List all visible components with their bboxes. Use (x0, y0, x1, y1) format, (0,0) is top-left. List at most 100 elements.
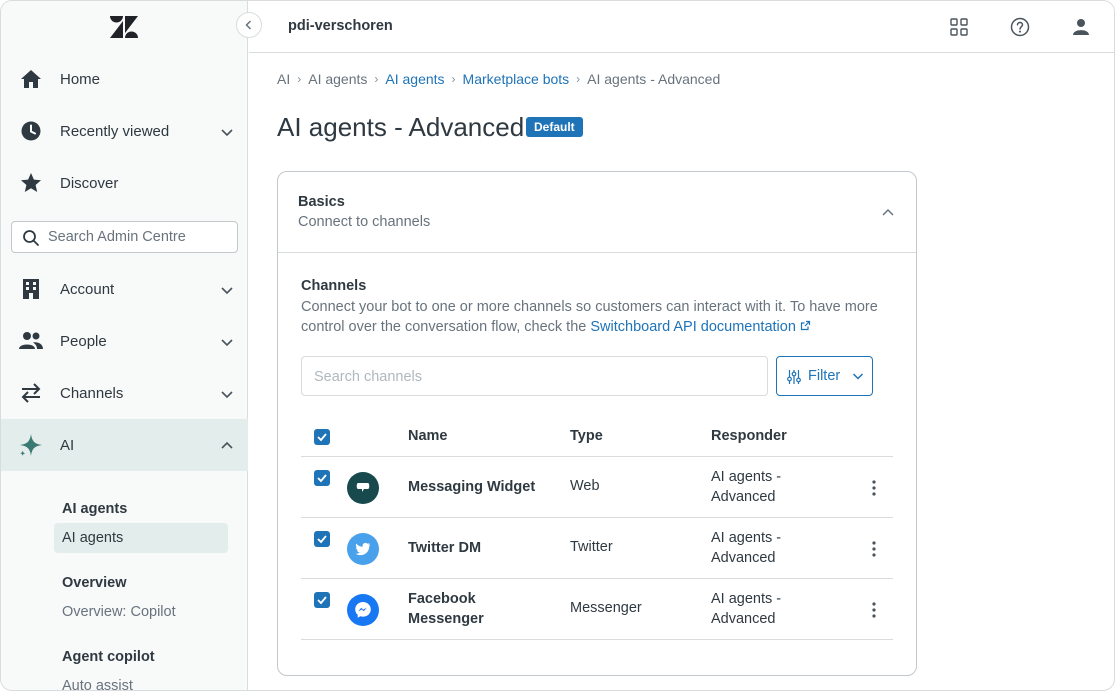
page-title: AI agents - Advanced (277, 112, 525, 142)
breadcrumb-ai-agents-link[interactable]: AI agents (385, 71, 444, 87)
filter-label: Filter (808, 368, 841, 384)
building-icon (19, 277, 43, 301)
channel-name: Facebook Messenger (408, 591, 484, 627)
filter-sliders-icon (787, 370, 801, 384)
sidebar-subitem-overview-copilot[interactable]: Overview: Copilot (62, 604, 176, 620)
chevron-right-icon: › (374, 72, 379, 86)
ai-agents-heading: AI agents (62, 501, 128, 517)
row-options-kebab-icon[interactable] (864, 478, 884, 498)
twitter-icon (347, 533, 379, 565)
admin-search (11, 221, 238, 253)
switchboard-api-link[interactable]: Switchboard API documentation (590, 319, 811, 335)
help-icon[interactable] (1008, 15, 1032, 39)
check-icon (317, 433, 327, 442)
top-bar: pdi-verschoren (249, 1, 1114, 53)
sidebar-subitem-auto-assist[interactable]: Auto assist (62, 678, 133, 690)
sidebar-item-label: Channels (60, 384, 124, 402)
row-checkbox[interactable] (314, 592, 330, 608)
check-icon (317, 535, 327, 544)
arrows-icon (19, 381, 43, 405)
channel-responder: AI agents - Advanced (711, 530, 782, 566)
select-all-checkbox[interactable] (314, 429, 330, 445)
row-checkbox[interactable] (314, 531, 330, 547)
sidebar-item-label: People (60, 332, 107, 350)
sidebar-item-discover[interactable]: Discover (1, 157, 248, 209)
row-checkbox[interactable] (314, 470, 330, 486)
default-badge: Default (526, 117, 583, 137)
chevron-down-icon (221, 339, 233, 347)
channel-name: Twitter DM (408, 540, 482, 556)
sidebar-item-home[interactable]: Home (1, 53, 248, 105)
sidebar-item-label: Home (60, 70, 101, 88)
sidebar-item-label: Discover (60, 174, 119, 192)
star-icon (19, 171, 43, 195)
sidebar-subitem-ai-agents[interactable]: AI agents (54, 523, 228, 553)
sidebar-item-label: AI (60, 436, 75, 454)
check-icon (317, 474, 327, 483)
breadcrumb: AI › AI agents › AI agents › Marketplace… (277, 71, 720, 87)
chevron-up-icon (221, 441, 233, 449)
table-header: Name Type Responder (301, 417, 893, 457)
search-channels-input[interactable] (314, 367, 754, 387)
breadcrumb-ai-agents: AI agents (308, 71, 368, 87)
sidebar: Home Recently viewed Discover Account (1, 1, 248, 690)
channels-search (301, 356, 768, 396)
app-window: Home Recently viewed Discover Account (0, 0, 1115, 691)
column-header-type[interactable]: Type (570, 428, 603, 444)
sidebar-item-recently-viewed[interactable]: Recently viewed (1, 105, 248, 157)
sidebar-item-people[interactable]: People (1, 315, 248, 367)
chevron-down-icon (221, 287, 233, 295)
chevron-left-icon (245, 20, 252, 30)
column-header-responder[interactable]: Responder (711, 428, 787, 444)
chevron-down-icon (221, 391, 233, 399)
search-input[interactable] (48, 227, 233, 247)
basics-accordion-header[interactable]: Basics Connect to channels (278, 172, 916, 253)
link-text: Switchboard API documentation (590, 319, 796, 335)
sidebar-item-label: Account (60, 280, 115, 298)
overview-heading: Overview (62, 575, 127, 591)
chevron-right-icon: › (451, 72, 456, 86)
sidebar-subitem-label: AI agents (62, 530, 124, 546)
zendesk-logo[interactable] (110, 14, 138, 40)
chevron-down-icon (221, 129, 233, 137)
channel-responder: AI agents - Advanced (711, 469, 782, 505)
search-icon (23, 230, 39, 246)
home-icon (19, 67, 43, 91)
sparkle-icon (19, 433, 43, 457)
breadcrumb-ai: AI (277, 71, 291, 87)
column-header-name[interactable]: Name (408, 428, 448, 444)
card-subtitle: Connect to channels (298, 214, 431, 230)
table-row: Facebook Messenger Messenger AI agents -… (301, 579, 893, 640)
sidebar-item-account[interactable]: Account (1, 263, 248, 315)
messaging-widget-icon (347, 472, 379, 504)
chevron-up-icon (882, 208, 894, 216)
row-options-kebab-icon[interactable] (864, 600, 884, 620)
channel-name: Messaging Widget (408, 479, 536, 495)
channel-type: Web (570, 478, 600, 494)
filter-button[interactable]: Filter (776, 356, 873, 396)
user-profile-icon[interactable] (1069, 15, 1093, 39)
chevron-right-icon: › (576, 72, 581, 86)
table-row: Twitter DM Twitter AI agents - Advanced (301, 518, 893, 579)
channel-responder: AI agents - Advanced (711, 591, 782, 627)
external-link-icon (800, 320, 811, 331)
channels-section-title: Channels (301, 278, 367, 294)
clock-icon (19, 119, 43, 143)
sidebar-item-label: Recently viewed (60, 122, 170, 140)
breadcrumb-current: AI agents - Advanced (587, 71, 721, 87)
agent-copilot-heading: Agent copilot (62, 649, 155, 665)
sidebar-item-channels[interactable]: Channels (1, 367, 248, 419)
messenger-icon (347, 594, 379, 626)
products-grid-icon[interactable] (947, 15, 971, 39)
basics-card: Basics Connect to channels Channels Conn… (277, 171, 917, 676)
sidebar-item-ai[interactable]: AI (1, 419, 248, 471)
collapse-sidebar-button[interactable] (236, 12, 262, 38)
row-options-kebab-icon[interactable] (864, 539, 884, 559)
channel-type: Messenger (570, 600, 642, 616)
people-icon (19, 329, 43, 353)
channels-section-description: Connect your bot to one or more channels… (301, 297, 881, 337)
chevron-down-icon (852, 373, 864, 380)
card-title: Basics (298, 194, 345, 210)
breadcrumb-marketplace-bots-link[interactable]: Marketplace bots (463, 71, 570, 87)
table-row: Messaging Widget Web AI agents - Advance… (301, 457, 893, 518)
